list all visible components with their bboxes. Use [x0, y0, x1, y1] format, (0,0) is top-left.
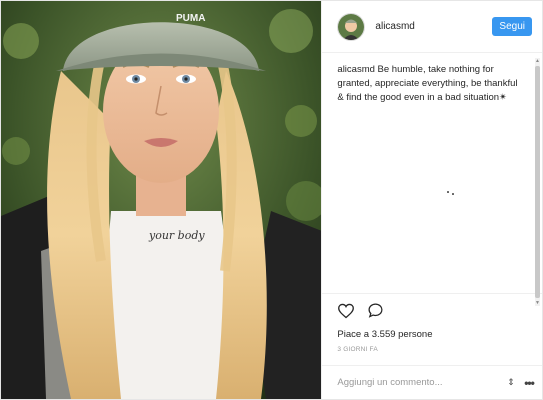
- post-header: alicasmd Segui: [322, 1, 542, 53]
- likes-count[interactable]: Piace a 3.559 persone: [322, 327, 542, 343]
- comments-area: alicasmd Be humble, take nothing for gra…: [322, 53, 542, 293]
- follow-button[interactable]: Segui: [492, 17, 532, 36]
- stray-dot: [447, 191, 449, 193]
- up-down-arrows-icon[interactable]: ⇕: [504, 377, 518, 388]
- post-photo[interactable]: your body PUMA: [1, 1, 322, 399]
- post-timestamp[interactable]: 3 GIORNI FA: [322, 343, 542, 357]
- instagram-post: your body PUMA alicasmd Segui alicasmd B…: [0, 0, 543, 400]
- action-bar: [322, 293, 542, 327]
- comment-input[interactable]: [337, 377, 500, 388]
- shirt-print: your body: [148, 229, 205, 242]
- cap-logo: PUMA: [176, 13, 205, 24]
- speech-bubble-icon[interactable]: [367, 302, 384, 319]
- stray-dot: [452, 193, 454, 195]
- heart-outline-icon[interactable]: [337, 303, 355, 319]
- scroll-down-arrow-icon[interactable]: ▼: [535, 300, 540, 306]
- scrollbar[interactable]: ▲ ▼: [535, 58, 540, 306]
- add-comment-bar: ⇕ •••: [322, 365, 542, 399]
- scroll-up-arrow-icon[interactable]: ▲: [535, 58, 540, 64]
- scroll-thumb[interactable]: [535, 66, 540, 298]
- ellipsis-icon[interactable]: •••: [522, 376, 536, 390]
- caption-username[interactable]: alicasmd: [337, 64, 375, 75]
- post-sidebar: alicasmd Segui alicasmd Be humble, take …: [321, 1, 542, 399]
- portrait-image: your body PUMA: [1, 1, 322, 399]
- avatar[interactable]: [337, 12, 366, 41]
- header-username[interactable]: alicasmd: [375, 21, 492, 32]
